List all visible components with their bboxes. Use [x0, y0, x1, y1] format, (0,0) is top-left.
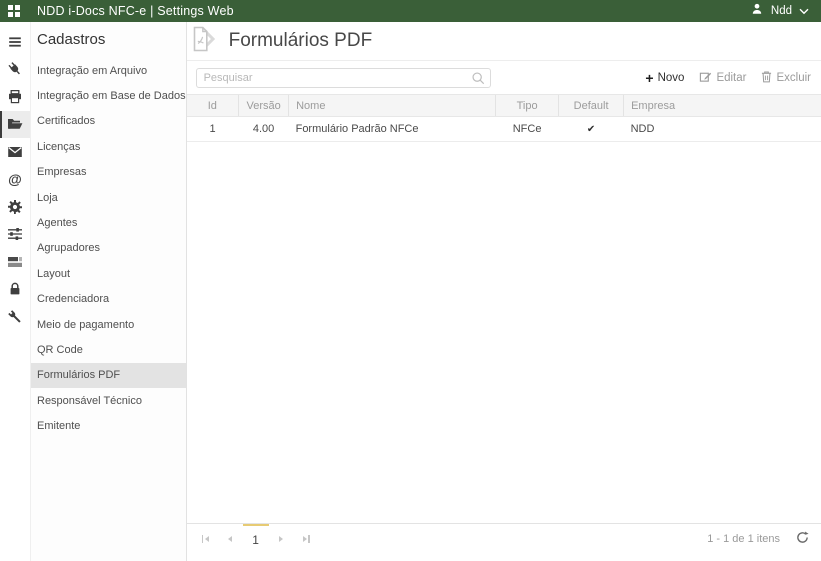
plus-icon: +	[645, 70, 654, 86]
envelope-icon[interactable]	[0, 138, 30, 166]
sidebar-item-emitente[interactable]: Emitente	[31, 413, 186, 438]
module-icon-strip: @	[0, 22, 31, 561]
sidebar-item-qr-code[interactable]: QR Code	[31, 337, 186, 362]
sidebar-item-meio-pagamento[interactable]: Meio de pagamento	[31, 312, 186, 337]
user-name: Ndd	[770, 5, 792, 17]
refresh-icon	[796, 531, 809, 547]
server-icon[interactable]	[0, 248, 30, 276]
table-row[interactable]: 1 4.00 Formulário Padrão NFCe NFCe ✔ NDD	[186, 116, 821, 142]
sidebar-item-integracao-base-dados[interactable]: Integração em Base de Dados	[31, 83, 186, 108]
col-header-id[interactable]: Id	[186, 94, 239, 117]
sidebar-heading: Cadastros	[37, 31, 106, 48]
search-icon	[471, 71, 485, 90]
sidebar-item-formularios-pdf[interactable]: Formulários PDF	[31, 362, 186, 389]
grid-square	[15, 12, 20, 17]
prev-page-icon	[228, 535, 233, 542]
chevron-down-icon	[799, 2, 809, 20]
edit-button[interactable]: Editar	[699, 70, 746, 86]
pager-current-page[interactable]: 1	[242, 524, 269, 553]
app-grid-icon[interactable]	[8, 5, 20, 17]
pager-last-button[interactable]	[294, 524, 319, 553]
lock-icon[interactable]	[0, 276, 30, 304]
at-glyph: @	[8, 171, 22, 188]
last-page-icon	[302, 535, 307, 542]
cell-empresa: NDD	[623, 116, 821, 142]
last-page-icon	[308, 534, 310, 543]
wrench-icon[interactable]	[0, 303, 30, 331]
sidebar: Cadastros Integração em Arquivo Integraç…	[31, 22, 187, 561]
search-box	[195, 68, 491, 90]
body: @ Cadastros Integração em Arquivo Integr…	[0, 22, 821, 561]
grid-square	[15, 5, 20, 10]
col-header-default[interactable]: Default	[558, 94, 624, 117]
sidebar-item-responsavel-tecnico[interactable]: Responsável Técnico	[31, 388, 186, 413]
sidebar-item-agentes[interactable]: Agentes	[31, 210, 186, 235]
sidebar-item-credenciadora[interactable]: Credenciadora	[31, 287, 186, 312]
grid-actions: + Novo Editar Excluir	[645, 70, 811, 86]
grid-square	[8, 12, 13, 17]
edit-button-label: Editar	[716, 72, 747, 84]
cell-nome: Formulário Padrão NFCe	[288, 116, 496, 142]
cell-versao: 4.00	[238, 116, 289, 142]
printer-icon[interactable]	[0, 83, 30, 111]
pager-summary: 1 - 1 de 1 itens	[707, 532, 780, 545]
sidebar-item-certificados[interactable]: Certificados	[31, 109, 186, 134]
sidebar-item-integracao-arquivo[interactable]: Integração em Arquivo	[31, 58, 186, 83]
at-sign-icon[interactable]: @	[0, 166, 30, 194]
refresh-button[interactable]	[796, 531, 809, 547]
delete-button[interactable]: Excluir	[761, 70, 811, 86]
gear-icon[interactable]	[0, 193, 30, 221]
top-bar: NDD i-Docs NFC-e | Settings Web Ndd	[0, 0, 821, 22]
grid-header-row: Id Versão Nome Tipo Default Empresa	[186, 94, 821, 117]
user-menu[interactable]: Ndd	[750, 2, 809, 21]
trash-icon	[761, 70, 772, 86]
first-page-icon	[204, 535, 209, 542]
first-page-icon	[201, 534, 204, 543]
toolbar: + Novo Editar Excluir	[187, 61, 821, 91]
pager-prev-button[interactable]	[218, 524, 243, 553]
cell-default: ✔	[558, 116, 624, 142]
delete-button-label: Excluir	[776, 72, 811, 84]
next-page-icon	[279, 535, 284, 542]
sidebar-item-licencas[interactable]: Licenças	[31, 134, 186, 159]
col-header-nome[interactable]: Nome	[288, 94, 496, 117]
sidebar-item-loja[interactable]: Loja	[31, 185, 186, 210]
user-icon	[750, 2, 764, 21]
pager: 1 1 - 1 de 1 itens	[186, 523, 821, 553]
page-title-bar: Formulários PDF	[186, 22, 821, 61]
pager-next-button[interactable]	[269, 524, 294, 553]
page-title: Formulários PDF	[228, 30, 373, 51]
sidebar-item-agrupadores[interactable]: Agrupadores	[31, 236, 186, 261]
new-button[interactable]: + Novo	[645, 71, 684, 85]
grid-empty-area	[187, 142, 821, 523]
sliders-icon[interactable]	[0, 221, 30, 249]
grid-square	[8, 5, 13, 10]
col-header-empresa[interactable]: Empresa	[623, 94, 821, 117]
plug-icon[interactable]	[0, 56, 30, 84]
new-button-label: Novo	[657, 72, 685, 84]
search-input[interactable]	[195, 68, 491, 88]
main-content: Formulários PDF + Novo	[186, 22, 821, 561]
folder-open-icon[interactable]	[0, 110, 30, 138]
pager-first-button[interactable]	[193, 524, 218, 553]
app-title: NDD i-Docs NFC-e | Settings Web	[37, 4, 234, 18]
app-window: NDD i-Docs NFC-e | Settings Web Ndd @ Ca…	[0, 0, 821, 561]
cell-id: 1	[186, 116, 239, 142]
pdf-page-icon	[190, 25, 220, 58]
edit-icon	[699, 70, 712, 86]
sidebar-item-layout[interactable]: Layout	[31, 261, 186, 286]
cell-tipo: NFCe	[495, 116, 559, 142]
check-icon: ✔	[586, 124, 596, 135]
sidebar-item-empresas[interactable]: Empresas	[31, 160, 186, 185]
forms-grid: Id Versão Nome Tipo Default Empresa 1 4.…	[186, 94, 821, 142]
col-header-tipo[interactable]: Tipo	[495, 94, 559, 117]
col-header-versao[interactable]: Versão	[238, 94, 289, 117]
menu-icon[interactable]	[0, 28, 30, 56]
